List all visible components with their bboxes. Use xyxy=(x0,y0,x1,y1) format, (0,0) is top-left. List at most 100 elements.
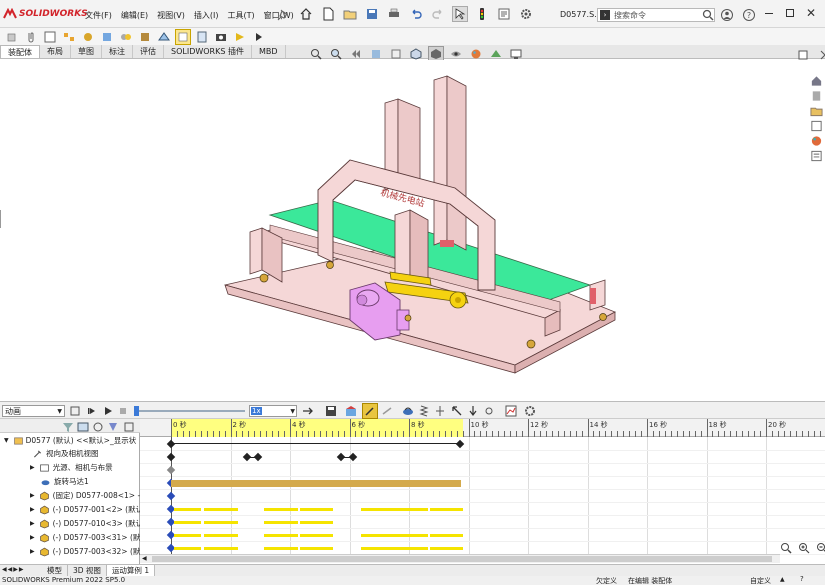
add-key-icon[interactable] xyxy=(379,403,395,419)
expand-arrow-icon[interactable]: ▶ xyxy=(30,548,35,555)
zoom-out-timeline-icon[interactable] xyxy=(814,540,825,556)
key-point[interactable] xyxy=(166,491,176,501)
damper-icon[interactable] xyxy=(481,403,497,419)
expand-arrow-icon[interactable]: ▶ xyxy=(30,534,35,541)
study-properties-icon[interactable] xyxy=(522,403,538,419)
timeline-change-bar[interactable] xyxy=(300,520,333,524)
help-status-icon[interactable]: ? xyxy=(800,575,804,583)
linear-pattern-icon[interactable] xyxy=(61,29,77,45)
timeline-change-bar[interactable] xyxy=(361,507,394,511)
timeline-change-bar[interactable] xyxy=(394,546,428,550)
playback-mode-icon[interactable] xyxy=(300,403,316,419)
tree-item-root[interactable]: ▼ D0577 (默认) <<默认>_显示状 xyxy=(4,434,136,447)
traffic-light-icon[interactable] xyxy=(474,6,490,22)
minimize-window-icon[interactable] xyxy=(765,13,773,14)
timeline-change-bar[interactable] xyxy=(171,443,460,444)
timeline-change-bar[interactable] xyxy=(430,507,463,511)
units-custom[interactable]: 自定义 xyxy=(750,576,771,585)
timeline-change-bar[interactable] xyxy=(300,533,333,537)
expand-arrow-icon[interactable]: ▶ xyxy=(30,520,35,527)
study-type-select[interactable]: 动画 ▼ xyxy=(2,405,65,417)
tab-layout[interactable]: 布局 xyxy=(40,45,71,58)
gravity-icon[interactable] xyxy=(465,403,481,419)
graphics-area[interactable]: 机械先电站 xyxy=(0,60,808,400)
spring-icon[interactable] xyxy=(416,403,432,419)
close-viewport-icon[interactable] xyxy=(817,47,825,63)
tree-item-lights-cameras[interactable]: ▶ 光源、相机与布景 xyxy=(30,461,113,474)
units-chevron-icon[interactable]: ▲ xyxy=(780,576,785,583)
pin-icon[interactable] xyxy=(275,7,291,23)
tree-item-rotary-motor[interactable]: 旋转马达1 xyxy=(40,475,89,488)
timeline-change-bar[interactable] xyxy=(204,533,238,537)
open-folder-icon[interactable] xyxy=(342,6,358,22)
redo-icon[interactable] xyxy=(430,6,446,22)
search-box[interactable]: › 搜索命令 xyxy=(597,8,715,22)
tab-mbd[interactable]: MBD xyxy=(252,45,286,58)
zoom-in-timeline-icon[interactable] xyxy=(796,540,812,556)
calculate-icon[interactable] xyxy=(67,403,83,419)
search-icon[interactable] xyxy=(700,7,716,23)
key-point-start[interactable] xyxy=(166,439,176,449)
help-icon[interactable]: ? xyxy=(741,7,757,23)
timeline-change-bar[interactable] xyxy=(361,546,394,550)
show-hidden-icon[interactable] xyxy=(118,29,134,45)
expand-arrow-icon[interactable]: ▶ xyxy=(30,464,35,471)
zoom-to-fit-timeline-icon[interactable] xyxy=(778,540,794,556)
save-icon[interactable] xyxy=(364,6,380,22)
save-animation-icon[interactable] xyxy=(323,403,339,419)
expand-arrow-icon[interactable]: ▼ xyxy=(4,437,9,444)
playback-slider[interactable] xyxy=(134,406,245,416)
tab-evaluate[interactable]: 评估 xyxy=(133,45,164,58)
tab-motion-study-1[interactable]: 运动算例 1 xyxy=(106,565,156,576)
file-explorer-icon[interactable] xyxy=(810,104,823,117)
motor-icon[interactable] xyxy=(400,403,416,419)
animation-wizard-icon[interactable] xyxy=(343,403,359,419)
undo-icon[interactable] xyxy=(408,6,424,22)
timeline-change-bar[interactable] xyxy=(174,507,201,511)
force-arrow-icon[interactable] xyxy=(449,403,465,419)
timeline-change-bar[interactable] xyxy=(264,533,298,537)
expand-arrow-icon[interactable]: ▶ xyxy=(30,506,35,513)
timeline-change-bar[interactable] xyxy=(430,533,463,537)
timeline-change-bar[interactable] xyxy=(204,507,238,511)
menu-file[interactable]: 文件(F) xyxy=(85,10,112,21)
play-from-start-icon[interactable] xyxy=(84,403,100,419)
results-plot-icon[interactable] xyxy=(503,403,519,419)
close-window-icon[interactable]: ✕ xyxy=(806,6,816,20)
instant3d-icon[interactable] xyxy=(232,29,248,45)
tab-model[interactable]: 模型 xyxy=(42,565,68,576)
timeline-change-bar[interactable] xyxy=(300,546,333,550)
timeline-change-bar[interactable] xyxy=(264,507,298,511)
new-motion-study-icon[interactable] xyxy=(175,29,191,45)
tab-markup[interactable]: 标注 xyxy=(102,45,133,58)
timeline-change-bar[interactable] xyxy=(341,456,353,458)
timeline-change-bar[interactable] xyxy=(204,546,238,550)
tree-item-part[interactable]: ▶ (固定) D0577-008<1> -> xyxy=(30,489,140,502)
user-account-icon[interactable] xyxy=(719,7,735,23)
timeline-change-bar[interactable] xyxy=(174,546,201,550)
key-point[interactable] xyxy=(166,465,176,475)
restore-window-icon[interactable] xyxy=(786,9,794,17)
smart-fastener-icon[interactable] xyxy=(80,29,96,45)
menu-edit[interactable]: 编辑(E) xyxy=(121,10,148,21)
timeline-change-bar[interactable] xyxy=(300,507,333,511)
tab-assembly[interactable]: 装配体 xyxy=(0,45,40,58)
insert-component-icon[interactable] xyxy=(4,29,20,45)
new-document-icon[interactable] xyxy=(320,6,336,22)
scroll-thumb[interactable] xyxy=(152,556,772,562)
menu-tools[interactable]: 工具(T) xyxy=(227,10,254,21)
play-icon[interactable] xyxy=(100,403,116,419)
reference-geometry-icon[interactable] xyxy=(156,29,172,45)
stop-icon[interactable] xyxy=(115,403,131,419)
autokey-icon[interactable] xyxy=(362,403,378,419)
timeline-change-bar[interactable] xyxy=(394,507,428,511)
design-library-icon[interactable] xyxy=(810,89,823,102)
viewport-edge-marker[interactable] xyxy=(0,210,4,228)
view-palette-icon[interactable] xyxy=(810,119,823,132)
timeline-change-bar[interactable] xyxy=(430,546,463,550)
select-arrow-icon[interactable] xyxy=(452,6,468,22)
options-gear-icon[interactable] xyxy=(518,6,534,22)
slider-thumb[interactable] xyxy=(134,406,139,416)
speed-select[interactable]: 1x ▼ xyxy=(249,405,297,417)
custom-properties-icon[interactable] xyxy=(810,149,823,162)
